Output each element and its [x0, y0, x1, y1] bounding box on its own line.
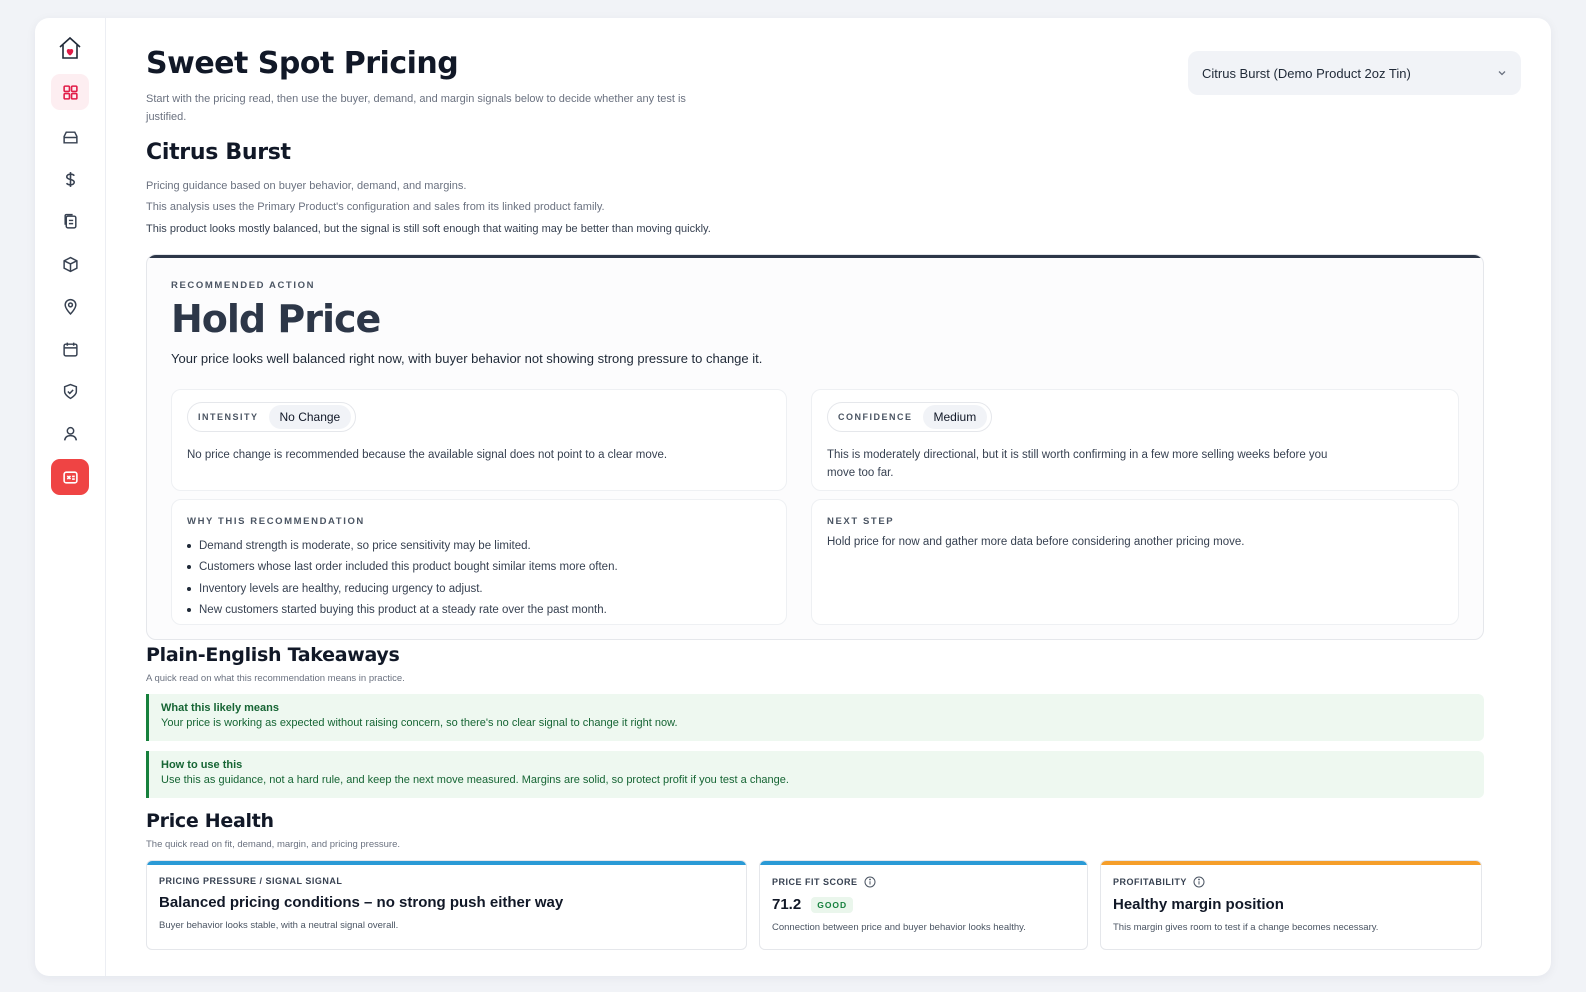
card-value-row: 71.2 GOOD — [772, 896, 1075, 913]
card-note: Connection between price and buyer behav… — [772, 922, 1026, 933]
intensity-box: INTENSITY No Change No price change is r… — [171, 389, 787, 491]
confidence-text: This is moderately directional, but it i… — [827, 449, 1328, 479]
list-item: Customers whose last order included this… — [187, 557, 618, 579]
card-label: PRICING PRESSURE / SIGNAL SIGNAL — [159, 876, 343, 886]
why-box: WHY THIS RECOMMENDATION Demand strength … — [171, 499, 787, 625]
status-badge: GOOD — [811, 896, 854, 913]
takeaway-item: How to use this Use this as guidance, no… — [146, 751, 1484, 798]
recommendation-accent-bar — [147, 255, 1483, 258]
card-label: PROFITABILITY — [1113, 877, 1187, 887]
takeaway-text: Use this as guidance, not a hard rule, a… — [161, 774, 789, 786]
price-fit-score-card: PRICE FIT SCORE 71.2 GOOD Connection bet… — [759, 860, 1088, 950]
intensity-pill: INTENSITY No Change — [187, 402, 357, 432]
map-pin-icon[interactable] — [51, 288, 89, 324]
price-health-title: Price Health — [146, 810, 274, 832]
list-item: Inventory levels are healthy, reducing u… — [187, 578, 618, 600]
price-health-subtitle: The quick read on fit, demand, margin, a… — [146, 839, 400, 850]
page-title: Sweet Spot Pricing — [146, 46, 459, 81]
box-icon[interactable] — [51, 119, 89, 155]
dollar-icon[interactable] — [51, 161, 89, 197]
takeaway-item: What this likely means Your price is wor… — [146, 694, 1484, 741]
next-step-text: Hold price for now and gather more data … — [827, 536, 1245, 548]
card-accent-bar — [760, 861, 1087, 865]
user-icon[interactable] — [51, 415, 89, 451]
intensity-value: No Change — [268, 405, 352, 429]
info-icon[interactable] — [864, 876, 876, 888]
intensity-label: INTENSITY — [198, 412, 259, 422]
recommendation-panel: RECOMMENDED ACTION Hold Price Your price… — [146, 254, 1484, 640]
takeaways-title: Plain-English Takeaways — [146, 644, 400, 666]
profitability-card: PROFITABILITY Healthy margin position Th… — [1100, 860, 1482, 950]
intensity-text: No price change is recommended because t… — [187, 449, 668, 461]
product-line-3: This product looks mostly balanced, but … — [146, 223, 711, 235]
list-item: New customers started buying this produc… — [187, 600, 618, 622]
recommendation-kicker: RECOMMENDED ACTION — [171, 280, 316, 291]
card-label-row: PRICE FIT SCORE — [772, 876, 1075, 888]
card-note: This margin gives room to test if a chan… — [1113, 922, 1379, 933]
list-item: Demand strength is moderate, so price se… — [187, 535, 618, 557]
takeaway-title: What this likely means — [161, 702, 279, 714]
recommended-action: Hold Price — [171, 297, 381, 341]
recommendation-description: Your price looks well balanced right now… — [171, 351, 763, 366]
card-accent-bar — [147, 861, 746, 865]
confidence-label: CONFIDENCE — [838, 412, 913, 422]
card-value: Balanced pricing conditions – no strong … — [159, 894, 564, 911]
home-heart-icon[interactable] — [51, 30, 89, 66]
next-step-box: NEXT STEP Hold price for now and gather … — [811, 499, 1459, 625]
pricing-icon[interactable] — [51, 459, 89, 495]
confidence-value: Medium — [922, 405, 988, 429]
why-label: WHY THIS RECOMMENDATION — [187, 516, 365, 527]
confidence-pill: CONFIDENCE Medium — [827, 402, 993, 432]
main-content: Sweet Spot Pricing Start with the pricin… — [146, 18, 1551, 976]
sidebar — [35, 18, 106, 976]
product-line-2: This analysis uses the Primary Product's… — [146, 201, 605, 213]
info-icon[interactable] — [1193, 876, 1205, 888]
takeaway-text: Your price is working as expected withou… — [161, 717, 678, 729]
card-value: 71.2 — [772, 896, 802, 913]
takeaway-title: How to use this — [161, 759, 243, 771]
copy-icon[interactable] — [51, 203, 89, 239]
pricing-pressure-card: PRICING PRESSURE / SIGNAL SIGNAL Balance… — [146, 860, 747, 950]
card-label: PRICE FIT SCORE — [772, 877, 858, 887]
takeaways-subtitle: A quick read on what this recommendation… — [146, 673, 405, 684]
why-list: Demand strength is moderate, so price se… — [187, 535, 618, 621]
shield-check-icon[interactable] — [51, 373, 89, 409]
calendar-icon[interactable] — [51, 331, 89, 367]
page-subtitle: Start with the pricing read, then use th… — [146, 93, 686, 123]
product-name: Citrus Burst — [146, 140, 291, 165]
next-step-label: NEXT STEP — [827, 516, 895, 527]
app-window: Sweet Spot Pricing Start with the pricin… — [35, 18, 1551, 976]
card-note: Buyer behavior looks stable, with a neut… — [159, 920, 399, 931]
card-accent-bar — [1101, 861, 1481, 865]
cube-icon[interactable] — [51, 246, 89, 282]
product-line-1: Pricing guidance based on buyer behavior… — [146, 180, 467, 192]
grid-icon[interactable] — [51, 74, 89, 110]
chevron-down-icon — [1498, 71, 1506, 76]
product-select[interactable]: Citrus Burst (Demo Product 2oz Tin) — [1188, 51, 1521, 95]
card-label-row: PROFITABILITY — [1113, 876, 1469, 888]
confidence-box: CONFIDENCE Medium This is moderately dir… — [811, 389, 1459, 491]
product-select-value: Citrus Burst (Demo Product 2oz Tin) — [1202, 65, 1411, 81]
card-value: Healthy margin position — [1113, 896, 1284, 913]
